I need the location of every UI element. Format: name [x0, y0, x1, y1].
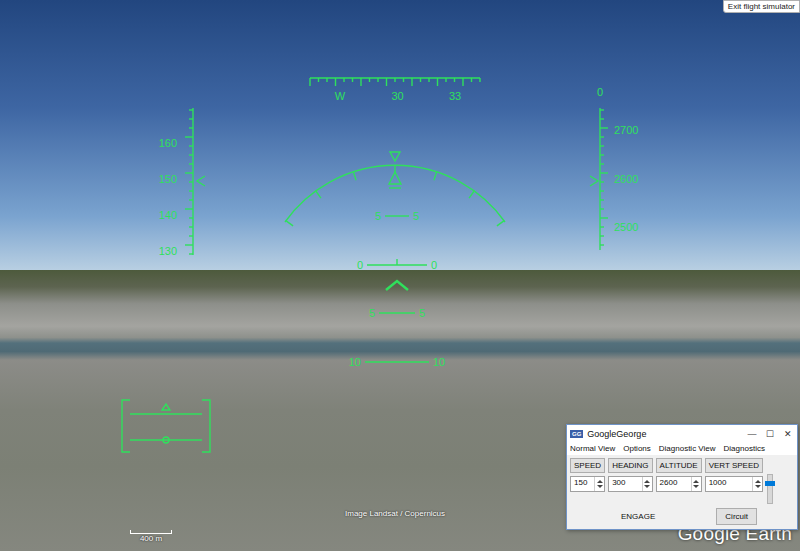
scale-label: 400 m	[140, 534, 162, 543]
speed-label: 130	[159, 245, 177, 257]
speed-label: 150	[159, 173, 177, 185]
altitude-tape: 2700 2600 2500 0	[590, 86, 638, 250]
pitch-ladder-row: 55	[369, 307, 425, 319]
speed-pointer-icon	[197, 176, 205, 186]
slider-thumb[interactable]	[765, 481, 775, 486]
down-arrow-icon[interactable]	[597, 485, 603, 488]
up-arrow-icon[interactable]	[693, 480, 699, 483]
heading-label: 30	[391, 90, 403, 102]
title-bar[interactable]: GG GoogleGeorge —☐✕	[567, 425, 797, 442]
spinner-arrows[interactable]	[691, 477, 701, 491]
spinner-arrows[interactable]	[752, 477, 762, 491]
bank-pointer-icon	[390, 152, 400, 161]
pitch-label: 0	[431, 259, 437, 271]
aircraft-symbol-icon	[389, 172, 401, 188]
spinner-value[interactable]: 150	[571, 477, 594, 491]
mode-button[interactable]: HEADING	[608, 458, 652, 473]
speed-label: 140	[159, 209, 177, 221]
pitch-label: 10	[349, 356, 361, 368]
spinner-arrows[interactable]	[594, 477, 604, 491]
up-arrow-icon[interactable]	[597, 480, 603, 483]
speed-label: 160	[159, 137, 177, 149]
pitch-ladder-row: 55	[375, 210, 419, 222]
spinner-value[interactable]: 1000	[706, 477, 752, 491]
menu-item[interactable]: Diagnostics	[724, 444, 765, 453]
spinner-value[interactable]: 2600	[657, 477, 691, 491]
heading-tape: W 30 33	[310, 78, 480, 102]
scale-line	[130, 530, 172, 534]
app-icon: GG	[570, 430, 583, 438]
altitude-label: 2500	[614, 221, 638, 233]
up-arrow-icon[interactable]	[755, 480, 761, 483]
spinner-arrows[interactable]	[642, 477, 652, 491]
value-spinner[interactable]: 2600	[656, 476, 702, 492]
pitch-ladder-row: 10 10	[349, 356, 446, 368]
bottom-row: ENGAGE Circuit	[567, 506, 797, 529]
pitch-label: 5	[375, 210, 381, 222]
autopilot-panel: SPEEDHEADING ALTITUDEVERT SPEED 150 300 2600…	[567, 455, 797, 506]
mode-button[interactable]: VERT SPEED	[705, 458, 763, 473]
menu-item[interactable]: Normal View	[570, 444, 615, 453]
pitch-label: 0	[357, 259, 363, 271]
window-title: GoogleGeorge	[587, 429, 739, 439]
circuit-button[interactable]: Circuit	[716, 508, 757, 525]
menu-item[interactable]: Diagnostic View	[659, 444, 716, 453]
window-control-button[interactable]: ✕	[779, 429, 797, 439]
spinner-value[interactable]: 300	[609, 477, 641, 491]
heading-label: 33	[449, 90, 461, 102]
flight-path-box	[122, 400, 210, 452]
heading-label: W	[335, 90, 346, 102]
window-controls: —☐✕	[743, 429, 797, 439]
sky	[0, 0, 800, 270]
value-spinner[interactable]: 300	[608, 476, 652, 492]
down-arrow-icon[interactable]	[755, 485, 761, 488]
mode-grid: SPEEDHEADING ALTITUDEVERT SPEED 150 300 2600…	[570, 458, 763, 492]
window-control-button[interactable]: ☐	[761, 429, 779, 439]
value-spinner[interactable]: 150	[570, 476, 605, 492]
engage-button[interactable]: ENGAGE	[617, 510, 659, 523]
googlegeorge-window[interactable]: GG GoogleGeorge —☐✕ Normal View Options Diagn…	[566, 424, 798, 530]
bank-arc	[285, 152, 505, 226]
pitch-label: 5	[413, 210, 419, 222]
vertical-speed-readout: 0	[597, 86, 603, 98]
pitch-ladder-row: 00	[357, 259, 437, 271]
scale-bar: 400 m	[130, 530, 172, 543]
altitude-label: 2700	[614, 124, 638, 136]
imagery-credit: Image Landsat / Copernicus	[345, 509, 445, 518]
up-arrow-icon[interactable]	[644, 480, 650, 483]
speed-tape: 160 150 140 130	[159, 108, 205, 257]
altitude-label: 2600	[614, 173, 638, 185]
down-arrow-icon[interactable]	[644, 485, 650, 488]
mode-button[interactable]: SPEED	[570, 458, 605, 473]
exit-flight-simulator-button[interactable]: Exit flight simulator	[723, 0, 800, 13]
altitude-pointer-icon	[590, 176, 598, 186]
vertical-slider[interactable]	[767, 474, 773, 504]
flight-path-chevron-icon	[386, 281, 408, 290]
window-control-button[interactable]: —	[743, 429, 761, 439]
pitch-label: 10	[433, 356, 445, 368]
menu-bar: Normal View Options Diagnostic View Diagnos…	[567, 442, 797, 455]
flight-simulator-screen: W303316015014013027002600250005500551010…	[0, 0, 800, 551]
mode-button[interactable]: ALTITUDE	[656, 458, 702, 473]
menu-item[interactable]: Options	[623, 444, 651, 453]
down-arrow-icon[interactable]	[693, 485, 699, 488]
pitch-label: 5	[419, 307, 425, 319]
value-spinner[interactable]: 1000	[705, 476, 763, 492]
pitch-label: 5	[369, 307, 375, 319]
